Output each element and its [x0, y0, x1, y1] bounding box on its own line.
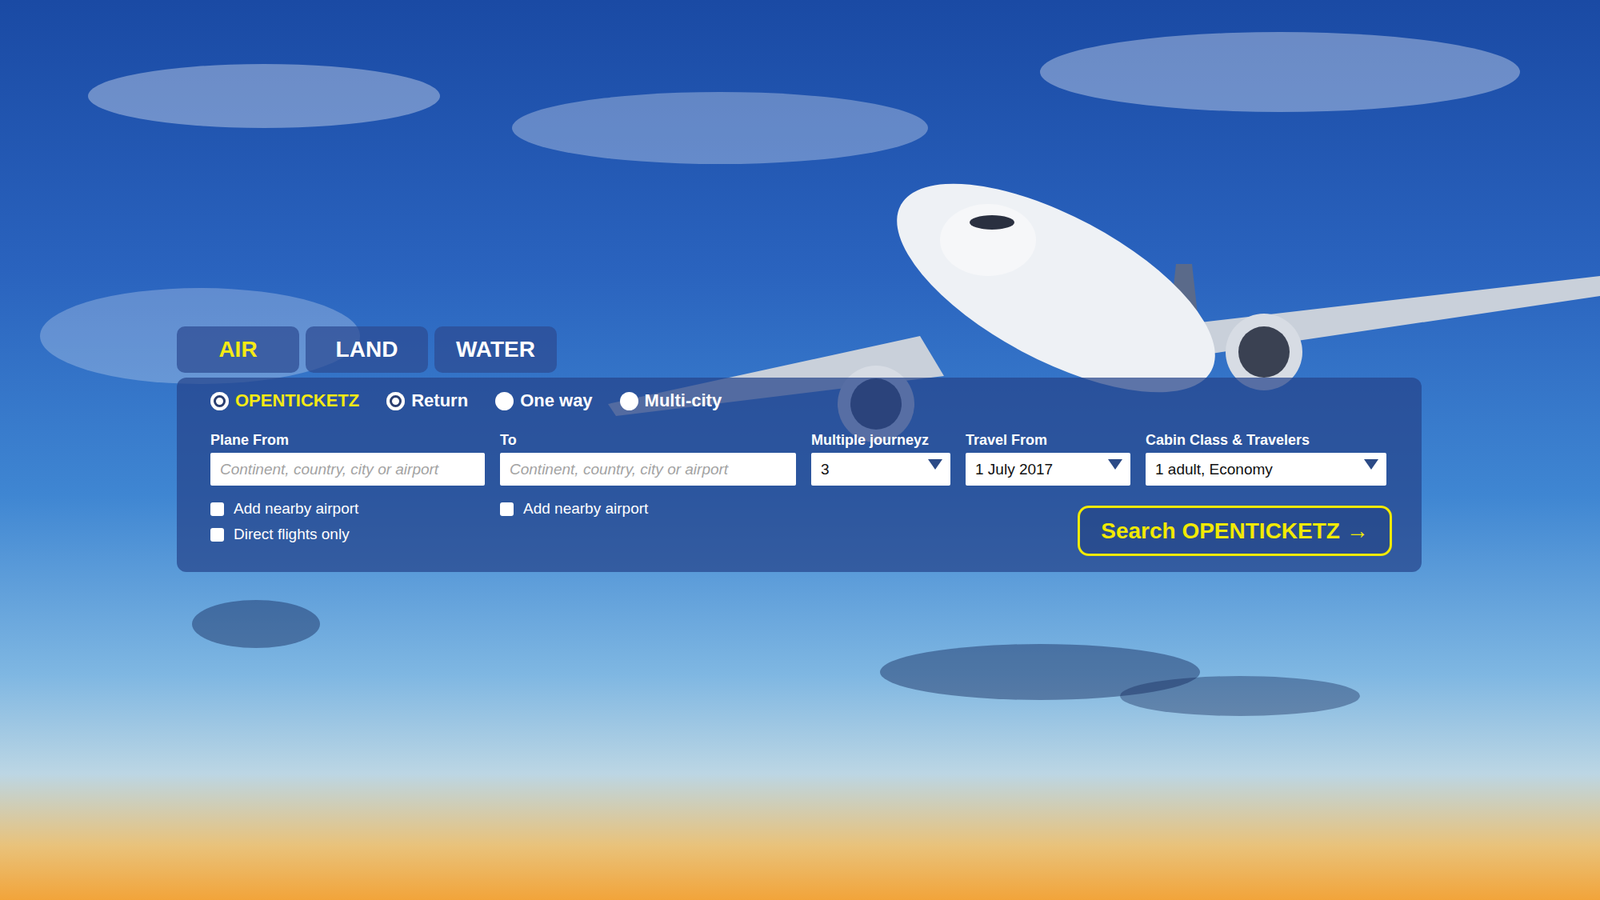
mode-tabs: AIRLANDWATER — [176, 326, 557, 373]
checkbox-icon[interactable] — [210, 528, 224, 542]
checkbox-icon[interactable] — [210, 502, 224, 516]
trip-type-radio[interactable]: Return — [386, 390, 468, 412]
trip-type-radio[interactable]: One way — [495, 390, 592, 412]
trip-type-label: Return — [411, 390, 468, 412]
search-button[interactable]: Search OPENTICKETZ → — [1077, 505, 1392, 556]
checkbox-group: Add nearby airport Direct flights only — [210, 488, 485, 544]
checkbox-group: Add nearby airport — [500, 488, 796, 518]
trip-type-label: One way — [520, 390, 592, 412]
search-fields: Plane From To Multiple journeyz Travel From… — [210, 432, 1388, 556]
trip-type-radio[interactable]: Multi-city — [620, 390, 723, 412]
mode-tab[interactable]: WATER — [434, 326, 557, 373]
radio-icon[interactable] — [386, 392, 405, 411]
field-label: Cabin Class & Travelers — [1145, 432, 1387, 450]
dropdown-arrow-icon[interactable] — [1364, 459, 1379, 470]
radio-icon[interactable] — [620, 392, 639, 411]
checkbox-label: Add nearby airport — [523, 500, 648, 518]
checkbox-label: Direct flights only — [233, 525, 350, 544]
location-input[interactable] — [210, 452, 485, 486]
dropdown[interactable]: 1 adult, Economy — [1145, 452, 1387, 486]
dropdown[interactable]: 3 — [811, 452, 951, 486]
mode-tab[interactable]: AIR — [176, 326, 300, 373]
dropdown-value: 1 July 2017 — [975, 460, 1053, 479]
trip-type-group: OPENTICKETZ Return One way Multi-city — [210, 388, 1388, 413]
checkbox-icon[interactable] — [500, 502, 514, 516]
checkbox-row[interactable]: Direct flights only — [210, 525, 485, 544]
dropdown[interactable]: 1 July 2017 — [965, 452, 1131, 486]
booking-page: AIRLANDWATER OPENTICKETZ Return One way Mult… — [0, 0, 1600, 900]
trip-type-label: OPENTICKETZ — [235, 390, 360, 412]
checkbox-row[interactable]: Add nearby airport — [210, 500, 485, 518]
dropdown-arrow-icon[interactable] — [928, 459, 943, 470]
trip-type-label: Multi-city — [644, 390, 723, 412]
mode-tab[interactable]: LAND — [305, 326, 428, 373]
field-label: Multiple journeyz — [811, 432, 951, 450]
field-label: To — [500, 432, 796, 450]
radio-icon[interactable] — [210, 392, 229, 411]
search-panel: OPENTICKETZ Return One way Multi-city Plane … — [176, 377, 1422, 572]
field-label: Plane From — [210, 432, 485, 450]
radio-icon[interactable] — [495, 392, 514, 411]
checkbox-row[interactable]: Add nearby airport — [500, 500, 796, 518]
dropdown-value: 1 adult, Economy — [1155, 460, 1273, 479]
field-label: Travel From — [965, 432, 1131, 450]
dropdown-arrow-icon[interactable] — [1108, 459, 1123, 470]
location-input[interactable] — [500, 452, 796, 486]
trip-type-radio[interactable]: OPENTICKETZ — [210, 390, 360, 412]
checkbox-label: Add nearby airport — [233, 500, 359, 518]
dropdown-value: 3 — [820, 460, 830, 479]
